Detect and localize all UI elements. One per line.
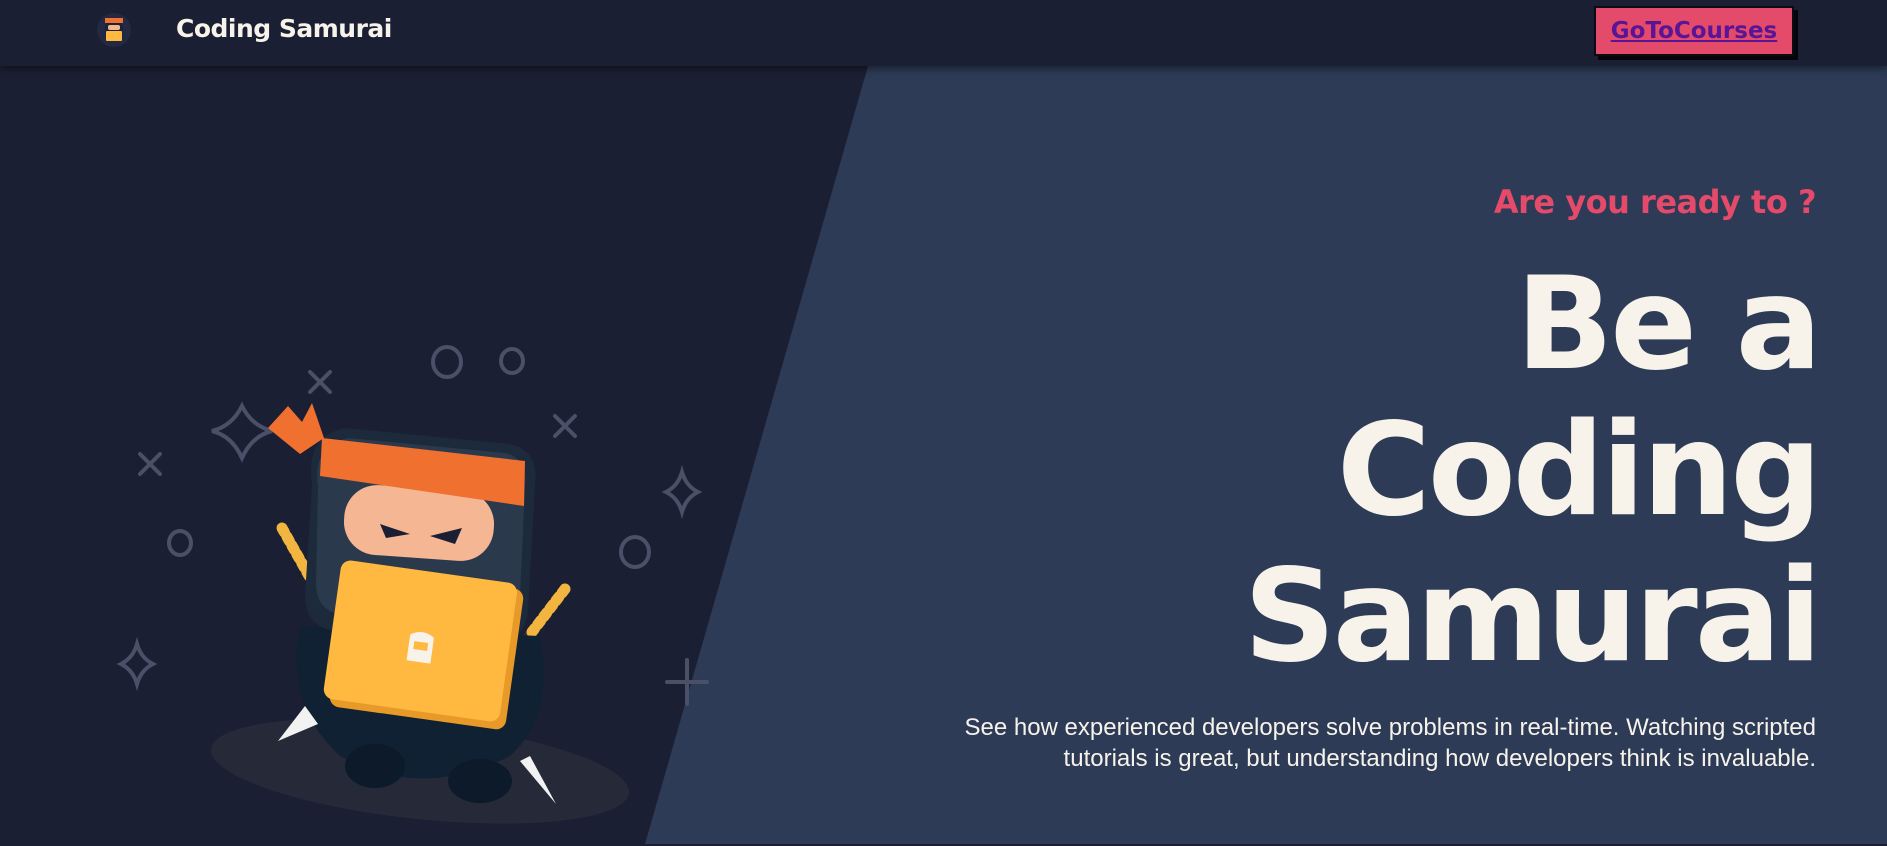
hero-section: Are you ready to ? Be a Coding Samurai S… xyxy=(0,66,1887,844)
samurai-logo-icon[interactable] xyxy=(92,12,136,48)
headline-line-2: Coding xyxy=(1336,396,1822,545)
go-to-courses-button[interactable]: GoToCourses xyxy=(1594,6,1794,56)
headline-line-1: Be a xyxy=(1515,250,1822,399)
brand-name[interactable]: Coding Samurai xyxy=(176,14,392,43)
hero-headline: Be a Coding Samurai xyxy=(1243,250,1822,691)
hero-description: See how experienced developers solve pro… xyxy=(964,714,1816,772)
navbar: Coding Samurai GoToCourses xyxy=(0,0,1887,66)
headline-line-3: Samurai xyxy=(1243,542,1822,691)
ninja-with-laptop-illustration xyxy=(116,345,709,824)
hero-tagline: Are you ready to ? xyxy=(1493,183,1817,221)
